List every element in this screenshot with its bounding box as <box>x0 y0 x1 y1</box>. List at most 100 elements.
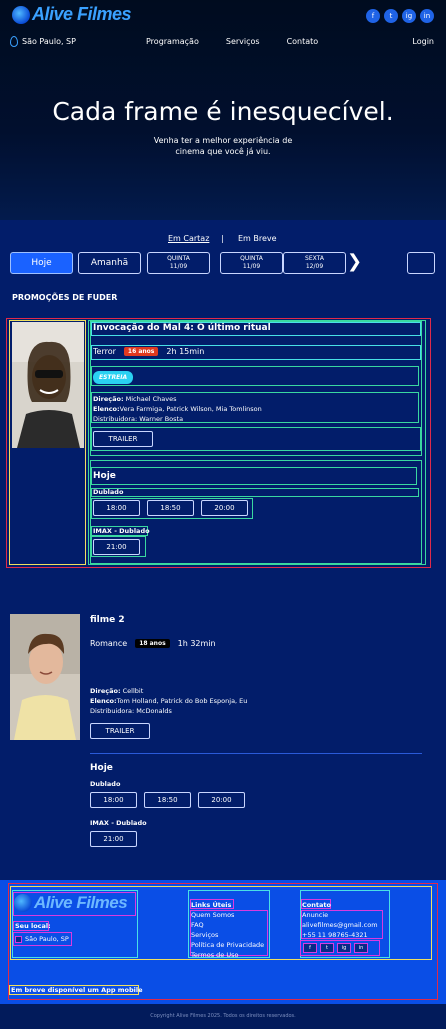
logo-mark-icon <box>14 894 32 912</box>
footer-contact-title: Contato <box>302 901 331 909</box>
nav-links: Programação Serviços Contato <box>146 37 318 46</box>
tab-em-cartaz[interactable]: Em Cartaz <box>168 234 209 243</box>
showtime-button[interactable]: 18:00 <box>93 500 140 516</box>
tab-em-breve[interactable]: Em Breve <box>238 234 277 243</box>
footer-logo[interactable]: Alive Filmes <box>14 893 128 913</box>
footer-brand-name: Alive Filmes <box>34 893 128 912</box>
footer-link[interactable]: Serviços <box>191 930 264 940</box>
direction-label: Direção: <box>90 687 121 695</box>
footer-social-links: f t ig in <box>303 943 368 953</box>
filter-separator: | <box>221 234 224 243</box>
location-label: São Paulo, SP <box>22 37 76 46</box>
movie-genre: Terror <box>93 347 116 356</box>
hero-section: Alive Filmes f t ig in São Paulo, SP Pro… <box>0 0 446 220</box>
estreia-badge: ESTREIA <box>93 371 134 384</box>
movie-poster[interactable] <box>12 322 84 448</box>
location-pin-icon <box>10 36 18 47</box>
footer-contact-email[interactable]: alivefilmes@gmail.com <box>302 920 378 930</box>
debug-outline <box>91 366 419 386</box>
footer-link[interactable]: Quem Somos <box>191 910 264 920</box>
age-rating-badge: 16 anos <box>123 347 159 356</box>
movie-distributor: Distribuidora: McDonalds <box>90 707 172 715</box>
showtime-button[interactable]: 20:00 <box>198 792 245 808</box>
location-pin-icon <box>15 935 22 943</box>
debug-outline <box>91 467 417 485</box>
showtime-button[interactable]: 18:00 <box>90 792 137 808</box>
poster-image <box>10 614 80 740</box>
day-tab-sexta[interactable]: SEXTA 12/09 <box>283 252 346 274</box>
direction-label: Direção: <box>93 395 124 403</box>
instagram-icon[interactable]: ig <box>337 943 351 953</box>
footer-local-value: São Paulo, SP <box>25 935 69 943</box>
showtime-button[interactable]: 18:50 <box>144 792 191 808</box>
day-tab-hoje[interactable]: Hoje <box>10 252 73 274</box>
main-nav: São Paulo, SP Programação Serviços Conta… <box>0 34 446 50</box>
movie-duration: 1h 32min <box>177 639 216 648</box>
chevron-right-icon[interactable]: ❯ <box>347 251 362 272</box>
day-tab-next[interactable] <box>407 252 435 274</box>
linkedin-icon[interactable]: in <box>354 943 368 953</box>
day-tab-quinta[interactable]: QUINTA 11/09 <box>147 252 210 274</box>
movie-director: Cellbit <box>122 687 144 695</box>
app-notice: Em breve disponível um App mobile <box>11 986 143 994</box>
movie-credits: Direção: Michael Chaves Elenco:Vera Farm… <box>93 394 262 424</box>
footer-contact-item[interactable]: Anuncie <box>302 910 378 920</box>
day-label: Amanhã <box>90 258 129 268</box>
nav-link-servicos[interactable]: Serviços <box>226 37 260 46</box>
footer-link[interactable]: FAQ <box>191 920 264 930</box>
day-label: QUINTA <box>167 255 190 262</box>
twitter-icon[interactable]: t <box>384 9 398 23</box>
footer-link[interactable]: Termos de Uso <box>191 950 264 960</box>
footer-location-selector[interactable]: São Paulo, SP <box>15 934 69 944</box>
cast-label: Elenco: <box>90 697 117 705</box>
nav-link-programacao[interactable]: Programação <box>146 37 199 46</box>
footer-local-label: Seu local: <box>15 922 51 930</box>
showtime-button[interactable]: 21:00 <box>93 539 140 555</box>
day-date: 12/09 <box>305 263 324 270</box>
day-tab-quinta-2[interactable]: QUINTA 11/09 <box>220 252 283 274</box>
nav-link-contato[interactable]: Contato <box>287 37 319 46</box>
day-label: SEXTA <box>305 255 324 262</box>
footer-contact: Contato Anuncie alivefilmes@gmail.com +5… <box>302 900 378 940</box>
facebook-icon[interactable]: f <box>366 9 380 23</box>
footer-links: Links Úteis Quem Somos FAQ Serviços Polí… <box>191 900 264 960</box>
social-links: f t ig in <box>366 9 434 23</box>
movie-duration: 2h 15min <box>166 347 205 356</box>
day-date: 11/09 <box>169 263 188 270</box>
movie-meta: Romance 18 anos 1h 32min <box>90 639 216 648</box>
poster-image <box>12 322 84 448</box>
linkedin-icon[interactable]: in <box>420 9 434 23</box>
showtime-button[interactable]: 18:50 <box>147 500 194 516</box>
showtime-button[interactable]: 20:00 <box>201 500 248 516</box>
movie-credits: Direção: Cellbit Elenco:Tom Holland, Pat… <box>90 686 247 716</box>
section-divider <box>90 753 422 754</box>
twitter-icon[interactable]: t <box>320 943 334 953</box>
day-tab-amanha[interactable]: Amanhã <box>78 252 141 274</box>
movie-cast: Vera Farmiga, Patrick Wilson, Mia Tomlin… <box>119 405 262 413</box>
sessions-day-heading: Hoje <box>90 763 113 773</box>
footer-link[interactable]: Política de Privacidade <box>191 940 264 950</box>
movie-director: Michael Chaves <box>125 395 177 403</box>
brand-logo[interactable]: Alive Filmes <box>12 4 132 25</box>
movie-genre: Romance <box>90 639 128 648</box>
movie-cast: Tom Holland, Patrick do Bob Esponja, Eu <box>116 697 248 705</box>
trailer-button[interactable]: TRAILER <box>90 723 150 739</box>
location-selector[interactable]: São Paulo, SP <box>10 36 76 47</box>
login-link[interactable]: Login <box>412 37 434 46</box>
facebook-icon[interactable]: f <box>303 943 317 953</box>
trailer-button[interactable]: TRAILER <box>93 431 153 447</box>
hero-subtitle: Venha ter a melhor experiência de cinema… <box>153 136 293 156</box>
logo-mark-icon <box>12 5 30 24</box>
showtime-button[interactable]: 21:00 <box>90 831 137 847</box>
instagram-icon[interactable]: ig <box>402 9 416 23</box>
movie-title[interactable]: Invocação do Mal 4: O último ritual <box>93 323 271 333</box>
movie-distributor: Distribuidora: Warner Bosta <box>93 415 184 423</box>
footer-links-title: Links Úteis <box>191 901 232 909</box>
movie-title[interactable]: filme 2 <box>90 615 125 625</box>
footer-contact-phone[interactable]: +55 11 98765-4321 <box>302 930 378 940</box>
session-type-label: IMAX - Dublado <box>90 819 147 827</box>
hero-title: Cada frame é inesquecível. <box>52 97 394 126</box>
movie-poster[interactable] <box>10 614 82 740</box>
brand-name: Alive Filmes <box>32 4 132 24</box>
copyright: Copyright Alive Filmes 2025. Todos os di… <box>0 1004 446 1029</box>
